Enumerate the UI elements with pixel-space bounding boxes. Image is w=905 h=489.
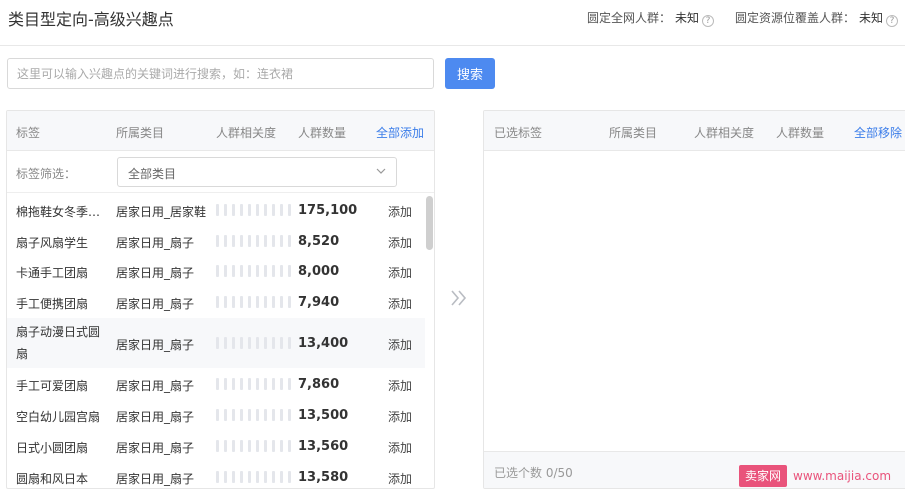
audience-count: 13,560 [298, 439, 349, 454]
add-button[interactable]: 添加 [388, 203, 412, 220]
column-header-selected-tag: 已选标签 [494, 126, 543, 140]
audience-count: 7,940 [298, 295, 340, 310]
tag-name: 扇子动漫日式圆扇 [16, 325, 101, 361]
page-header: 类目型定向-高级兴趣点 圆定全网人群： 未知? 圆定资源位覆盖人群： 未知? [0, 0, 905, 34]
watermark: 卖家网 www.maijia.com [739, 465, 891, 487]
tag-name: 棉拖鞋女冬季防... [16, 205, 110, 219]
stat-label: 圆定资源位覆盖人群： [735, 11, 856, 25]
column-header-count: 人群数量 [776, 126, 825, 140]
relevance-bar [216, 409, 292, 421]
list-scrollbar[interactable] [426, 196, 433, 250]
tag-category: 居家日用_扇子 [116, 338, 195, 352]
table-row: 手工可爱团扇 居家日用_扇子 7,860 添加 [7, 368, 425, 399]
table-row: 圆扇和风日本 居家日用_扇子 13,580 添加 [7, 461, 425, 488]
stat-value: 未知 [859, 11, 884, 25]
resource-audience-stat: 圆定资源位覆盖人群： 未知? [735, 9, 899, 27]
add-all-button[interactable]: 全部添加 [376, 124, 424, 141]
stat-value: 未知 [675, 11, 700, 25]
relevance-bar [216, 337, 292, 349]
relevance-bar [216, 296, 292, 308]
table-row: 日式小圆团扇 居家日用_扇子 13,560 添加 [7, 430, 425, 461]
search-button[interactable]: 搜索 [445, 58, 495, 89]
column-header-category: 所属类目 [609, 126, 658, 140]
audience-count: 13,500 [298, 408, 349, 423]
selected-count: 已选个数 0/50 [494, 466, 573, 480]
tag-category: 居家日用_居家鞋 [116, 205, 207, 219]
add-button[interactable]: 添加 [388, 470, 412, 487]
add-button[interactable]: 添加 [388, 336, 412, 353]
tag-category: 居家日用_扇子 [116, 297, 195, 311]
relevance-bar [216, 378, 292, 390]
table-row: 扇子风扇学生 居家日用_扇子 8,520 添加 [7, 225, 425, 256]
filter-label: 标签筛选： [16, 167, 77, 181]
table-row: 棉拖鞋女冬季防... 居家日用_居家鞋 175,100 添加 [7, 194, 425, 225]
column-header-relevance: 人群相关度 [694, 126, 755, 140]
category-filter-value: 全部类目 [128, 167, 177, 181]
relevance-bar [216, 440, 292, 452]
tag-category: 居家日用_扇子 [116, 410, 195, 424]
candidate-tags-panel: 标签 所属类目 人群相关度 人群数量 全部添加 标签筛选： 全部类目 棉拖鞋女冬… [6, 110, 435, 489]
header-divider [0, 45, 905, 46]
tag-name: 圆扇和风日本 [16, 472, 89, 486]
watermark-logo: 卖家网 [739, 465, 788, 487]
selected-tags-list [484, 151, 905, 451]
page-title: 类目型定向-高级兴趣点 [8, 10, 174, 29]
add-button[interactable]: 添加 [388, 408, 412, 425]
tag-list: 棉拖鞋女冬季防... 居家日用_居家鞋 175,100 添加 扇子风扇学生 居家… [7, 194, 425, 488]
table-row: 手工便携团扇 居家日用_扇子 7,940 添加 [7, 287, 425, 318]
chevron-down-icon [376, 168, 386, 174]
stat-label: 圆定全网人群： [587, 11, 672, 25]
table-row: 卡通手工团扇 居家日用_扇子 8,000 添加 [7, 256, 425, 287]
relevance-bar [216, 471, 292, 483]
tag-category: 居家日用_扇子 [116, 379, 195, 393]
add-button[interactable]: 添加 [388, 377, 412, 394]
audience-count: 8,520 [298, 234, 340, 249]
relevance-bar [216, 265, 292, 277]
audience-count: 175,100 [298, 203, 358, 218]
audience-count: 13,400 [298, 336, 349, 351]
search-input[interactable] [7, 58, 434, 89]
relevance-bar [216, 204, 292, 216]
tag-name: 日式小圆团扇 [16, 441, 89, 455]
double-chevron-right-icon [451, 290, 467, 306]
column-header-count: 人群数量 [298, 126, 347, 140]
add-button[interactable]: 添加 [388, 295, 412, 312]
remove-all-button[interactable]: 全部移除 [854, 124, 902, 141]
tag-category: 居家日用_扇子 [116, 236, 195, 250]
audience-count: 13,580 [298, 470, 349, 485]
column-header-category: 所属类目 [116, 126, 165, 140]
add-button[interactable]: 添加 [388, 264, 412, 281]
relevance-bar [216, 235, 292, 247]
tag-category: 居家日用_扇子 [116, 441, 195, 455]
table-row: 扇子动漫日式圆扇 居家日用_扇子 13,400 添加 [7, 318, 425, 368]
add-button[interactable]: 添加 [388, 234, 412, 251]
add-button[interactable]: 添加 [388, 439, 412, 456]
column-header-tag: 标签 [16, 126, 41, 140]
tag-category: 居家日用_扇子 [116, 266, 195, 280]
selected-tags-panel: 已选标签 所属类目 人群相关度 人群数量 全部移除 已选个数 0/50 [483, 110, 905, 489]
tag-category: 居家日用_扇子 [116, 472, 195, 486]
whole-network-audience-stat: 圆定全网人群： 未知? [587, 9, 715, 27]
tag-name: 扇子风扇学生 [16, 236, 89, 250]
tag-filter-row: 标签筛选： 全部类目 [7, 151, 434, 193]
audience-count: 7,860 [298, 377, 340, 392]
tag-name: 空白幼儿园宫扇 [16, 410, 101, 424]
watermark-url: www.maijia.com [793, 469, 892, 483]
table-header: 标签 所属类目 人群相关度 人群数量 全部添加 [7, 111, 434, 151]
help-icon[interactable]: ? [702, 15, 715, 27]
tag-name: 卡通手工团扇 [16, 266, 89, 280]
help-icon[interactable]: ? [886, 15, 899, 27]
column-header-relevance: 人群相关度 [216, 126, 277, 140]
audience-count: 8,000 [298, 264, 340, 279]
table-header: 已选标签 所属类目 人群相关度 人群数量 全部移除 [484, 111, 905, 151]
table-row: 空白幼儿园宫扇 居家日用_扇子 13,500 添加 [7, 399, 425, 430]
tag-name: 手工可爱团扇 [16, 379, 89, 393]
tag-name: 手工便携团扇 [16, 297, 89, 311]
category-filter-select[interactable]: 全部类目 [117, 157, 397, 187]
